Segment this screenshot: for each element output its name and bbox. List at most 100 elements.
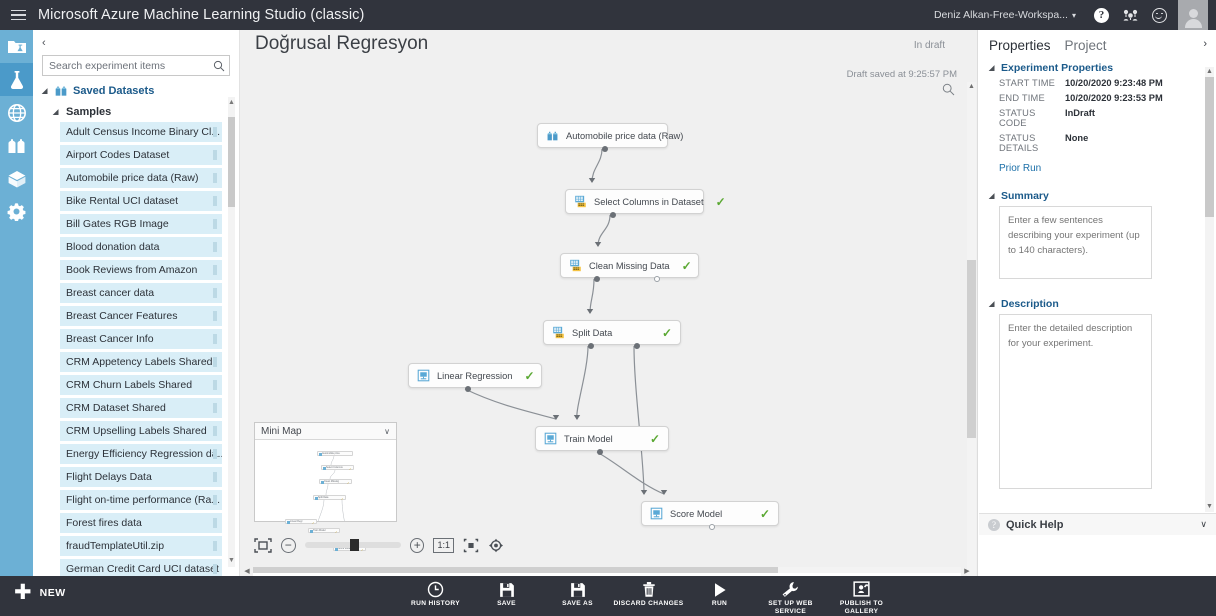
avatar[interactable] [1178, 0, 1208, 30]
mini-map-header[interactable]: Mini Map ∨ [255, 423, 396, 440]
node-output-port[interactable] [594, 276, 600, 282]
list-item[interactable]: CRM Dataset Shared [60, 398, 222, 418]
drag-handle-icon[interactable] [213, 541, 217, 551]
drag-handle-icon[interactable] [213, 311, 217, 321]
list-item[interactable]: Forest fires data [60, 513, 222, 533]
save-as-button[interactable]: SAVE AS [542, 576, 613, 616]
mini-map-body[interactable]: Automobile price Select Columns ✓ Clean M… [255, 440, 396, 552]
scrollbar-thumb[interactable] [1205, 77, 1214, 217]
drag-handle-icon[interactable] [213, 495, 217, 505]
tab-properties[interactable]: Properties [989, 38, 1051, 53]
drag-handle-icon[interactable] [213, 403, 217, 413]
scroll-up-icon[interactable]: ▲ [967, 82, 976, 92]
sidebar-collapse-button[interactable]: ‹ [33, 30, 240, 52]
workspace-selector-label[interactable]: Deniz Alkan-Free-Workspa... [934, 9, 1068, 21]
node-output-port[interactable] [654, 276, 660, 282]
node-output-port[interactable] [588, 343, 594, 349]
feedback-button[interactable] [1145, 0, 1174, 30]
drag-handle-icon[interactable] [213, 380, 217, 390]
node-output-port[interactable] [709, 524, 715, 530]
zoom-slider-thumb[interactable] [349, 539, 359, 551]
drag-handle-icon[interactable] [213, 127, 217, 137]
drag-handle-icon[interactable] [213, 518, 217, 528]
drag-handle-icon[interactable] [213, 196, 217, 206]
list-item[interactable]: German Credit Card UCI dataset [60, 559, 222, 576]
new-button[interactable]: ✚ NEW [14, 582, 66, 603]
graph-node-automobile[interactable]: Automobile price data (Raw) [537, 123, 683, 148]
panel-expand-icon[interactable]: › [1203, 38, 1207, 50]
expand-triangle-icon[interactable]: ◢ [989, 192, 996, 200]
graph-node-select-columns[interactable]: Select Columns in Dataset ✓ [565, 189, 726, 214]
rail-item-trained-models[interactable] [0, 162, 33, 195]
node-output-port[interactable] [597, 449, 603, 455]
scroll-down-icon[interactable]: ▼ [1205, 502, 1214, 512]
rail-item-settings[interactable] [0, 195, 33, 228]
scroll-left-icon[interactable]: ◀ [242, 567, 252, 576]
graph-node-linear-regression[interactable]: Linear Regression ✓ [408, 363, 542, 388]
scrollbar-thumb[interactable] [228, 117, 235, 207]
rail-item-projects[interactable] [0, 30, 33, 63]
scroll-up-icon[interactable]: ▲ [228, 97, 235, 109]
node-output-port[interactable] [602, 146, 608, 152]
section-experiment-properties[interactable]: ◢ Experiment Properties [989, 62, 1216, 74]
zoom-slider[interactable] [304, 539, 401, 551]
scrollbar-thumb[interactable] [967, 260, 976, 438]
search-input[interactable] [43, 56, 209, 75]
rail-item-web-services[interactable] [0, 96, 33, 129]
mini-map[interactable]: Mini Map ∨ Automobile price Select Colum… [254, 422, 397, 552]
drag-handle-icon[interactable] [213, 173, 217, 183]
drag-handle-icon[interactable] [213, 242, 217, 252]
section-summary[interactable]: ◢ Summary [989, 190, 1216, 202]
list-item[interactable]: Adult Census Income Binary Cl... [60, 122, 222, 142]
list-item[interactable]: Airport Codes Dataset [60, 145, 222, 165]
drag-handle-icon[interactable] [213, 472, 217, 482]
rail-item-datasets[interactable] [0, 129, 33, 162]
list-item[interactable]: Bill Gates RGB Image [60, 214, 222, 234]
summary-textarea[interactable] [999, 206, 1152, 279]
expand-triangle-icon[interactable]: ◢ [989, 300, 996, 308]
publish-to-gallery-button[interactable]: PUBLISH TO GALLERY [826, 576, 897, 616]
scroll-down-icon[interactable]: ▼ [228, 555, 235, 567]
save-button[interactable]: SAVE [471, 576, 542, 616]
list-item[interactable]: Automobile price data (Raw) [60, 168, 222, 188]
drag-handle-icon[interactable] [213, 357, 217, 367]
quick-help-bar[interactable]: ? Quick Help ∨ [979, 513, 1216, 535]
list-item[interactable]: CRM Churn Labels Shared [60, 375, 222, 395]
list-item[interactable]: Breast Cancer Info [60, 329, 222, 349]
canvas-vertical-scrollbar[interactable]: ▲ ▼ [967, 82, 976, 592]
node-output-port[interactable] [465, 386, 471, 392]
list-item[interactable]: Breast Cancer Features [60, 306, 222, 326]
drag-handle-icon[interactable] [213, 265, 217, 275]
graph-node-clean-missing[interactable]: Clean Missing Data ✓ [560, 253, 699, 278]
chevron-down-icon[interactable]: ▾ [1072, 11, 1076, 20]
zoom-ratio-button[interactable]: 1:1 [433, 537, 454, 553]
center-graph-icon[interactable] [488, 538, 504, 553]
chevron-down-icon[interactable]: ∨ [1200, 519, 1207, 530]
properties-scrollbar[interactable]: ▲ ▼ [1205, 67, 1214, 512]
node-output-port[interactable] [610, 212, 616, 218]
zoom-in-button[interactable]: + [409, 537, 425, 553]
run-history-button[interactable]: RUN HISTORY [400, 576, 471, 616]
description-textarea[interactable] [999, 314, 1152, 489]
fit-to-screen-icon[interactable] [254, 537, 272, 553]
list-item[interactable]: Blood donation data [60, 237, 222, 257]
section-description[interactable]: ◢ Description [989, 298, 1216, 310]
tree-group-samples[interactable]: ◢ Samples [33, 101, 240, 122]
tree-root-saved-datasets[interactable]: ◢ Saved Datasets [33, 80, 240, 101]
actual-size-icon[interactable] [463, 538, 479, 553]
hamburger-menu-icon[interactable] [0, 0, 36, 30]
tab-project[interactable]: Project [1065, 38, 1107, 53]
list-item[interactable]: Breast cancer data [60, 283, 222, 303]
list-item[interactable]: Book Reviews from Amazon [60, 260, 222, 280]
discard-changes-button[interactable]: DISCARD CHANGES [613, 576, 684, 616]
node-output-port[interactable] [634, 343, 640, 349]
expand-triangle-icon[interactable]: ◢ [989, 64, 996, 72]
scroll-right-icon[interactable]: ▶ [962, 567, 972, 576]
drag-handle-icon[interactable] [213, 288, 217, 298]
prior-run-link[interactable]: Prior Run [999, 163, 1041, 174]
list-item[interactable]: CRM Appetency Labels Shared [60, 352, 222, 372]
search-icon[interactable] [209, 60, 229, 72]
graph-node-split-data[interactable]: Split Data ✓ [543, 320, 681, 345]
drag-handle-icon[interactable] [213, 334, 217, 344]
list-item[interactable]: Bike Rental UCI dataset [60, 191, 222, 211]
